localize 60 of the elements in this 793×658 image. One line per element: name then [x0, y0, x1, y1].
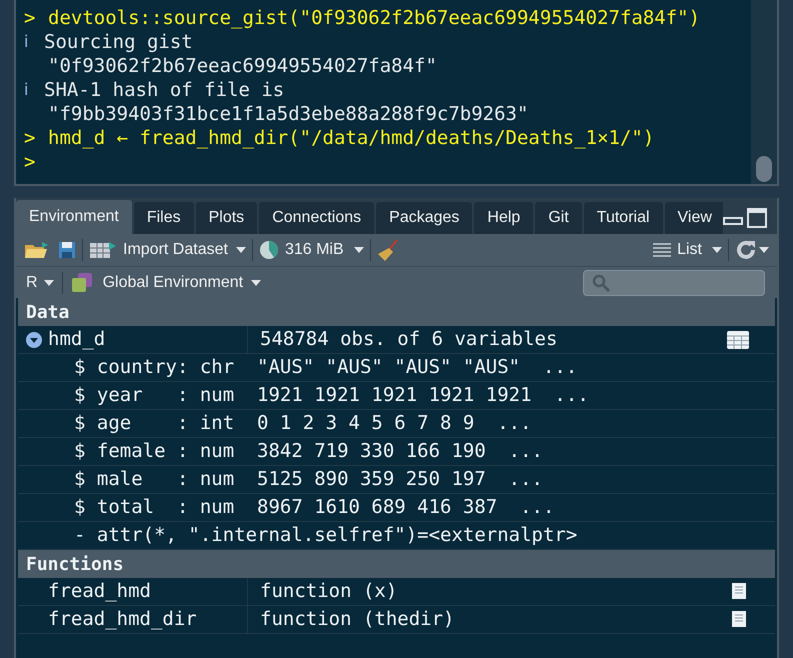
- save-icon[interactable]: [58, 241, 76, 259]
- prompt: >: [24, 150, 36, 174]
- tab[interactable]: Help: [474, 202, 534, 234]
- import-dataset-button[interactable]: Import Dataset: [89, 238, 246, 262]
- variable-value: function (x): [259, 579, 398, 604]
- tab[interactable]: Git: [535, 202, 582, 234]
- console-command: devtools::source_gist("0f93062f2b67eeac69949554027fa84f"): [48, 6, 700, 30]
- structure-line: $ female : num 3842 719 330 166 190 ...: [74, 439, 543, 464]
- caret-icon: [44, 280, 54, 286]
- structure-line: $ country: chr "AUS" "AUS" "AUS" "AUS" ...: [74, 355, 578, 380]
- pie-icon: [258, 240, 279, 260]
- search-field[interactable]: [583, 270, 765, 296]
- tab[interactable]: Plots: [196, 202, 258, 234]
- refresh-icon: [735, 239, 757, 261]
- collapse-icon[interactable]: [26, 332, 42, 348]
- structure-line: $ total : num 8967 1610 689 416 387 ...: [74, 495, 554, 520]
- info-marker: ℹ: [24, 79, 29, 102]
- structure-line: - attr(*, ".internal.selfref")=<externalptr>: [74, 523, 578, 548]
- prompt: >: [24, 126, 36, 150]
- structure-line: $ male : num 5125 890 359 250 197 ...: [74, 467, 543, 492]
- script-icon[interactable]: [729, 582, 749, 602]
- scrollbar[interactable]: [751, 0, 777, 184]
- section-header: Functions: [18, 550, 775, 578]
- variable-value: 548784 obs. of 6 variables: [259, 327, 558, 352]
- prompt: >: [24, 6, 36, 30]
- structure-line: $ age : int 0 1 2 3 4 5 6 7 8 9 ...: [74, 411, 532, 436]
- tab[interactable]: Connections: [259, 202, 374, 234]
- tab[interactable]: Packages: [376, 202, 472, 234]
- console-output: SHA-1 hash of file is: [44, 78, 284, 102]
- maximize-icon[interactable]: [747, 208, 767, 228]
- tab[interactable]: Environment: [16, 200, 132, 234]
- variable-name: fread_hmd_dir: [48, 607, 197, 632]
- language-dropdown[interactable]: R: [26, 270, 54, 294]
- refresh-button[interactable]: [735, 239, 769, 261]
- caret-icon: [759, 247, 769, 253]
- caret-icon: [354, 247, 364, 253]
- console-command: hmd_d ← fread_hmd_dir("/data/hmd/deaths/Deaths_1×1/"): [48, 126, 654, 150]
- table-icon[interactable]: [727, 330, 749, 348]
- list-icon: [653, 242, 672, 258]
- caret-icon: [251, 280, 262, 286]
- console-output: "0f93062f2b67eeac69949554027fa84f": [47, 54, 437, 78]
- view-mode-button[interactable]: List: [653, 238, 722, 262]
- tab[interactable]: Tutorial: [584, 202, 663, 234]
- caret-icon: [712, 247, 722, 253]
- structure-line: $ year : num 1921 1921 1921 1921 1921 ...: [74, 383, 589, 408]
- layers-icon: [70, 272, 95, 294]
- script-icon[interactable]: [729, 610, 749, 630]
- console-output: Sourcing gist: [44, 30, 193, 54]
- console-output: "f9bb39403f31bce1f1a5d3ebe88a288f9c7b9263": [47, 102, 528, 126]
- memory-usage-button[interactable]: 316 MiB: [258, 238, 364, 262]
- search-icon: [592, 274, 610, 292]
- variable-name: fread_hmd: [48, 579, 151, 604]
- section-header: Data: [18, 298, 775, 326]
- caret-icon: [236, 247, 246, 253]
- variable-value: function (thedir): [259, 607, 456, 632]
- info-marker: ℹ: [24, 31, 29, 54]
- tab[interactable]: Files: [134, 202, 194, 234]
- environment-dropdown[interactable]: Global Environment: [70, 270, 262, 294]
- tab[interactable]: View: [664, 202, 723, 234]
- variable-name: hmd_d: [48, 327, 106, 352]
